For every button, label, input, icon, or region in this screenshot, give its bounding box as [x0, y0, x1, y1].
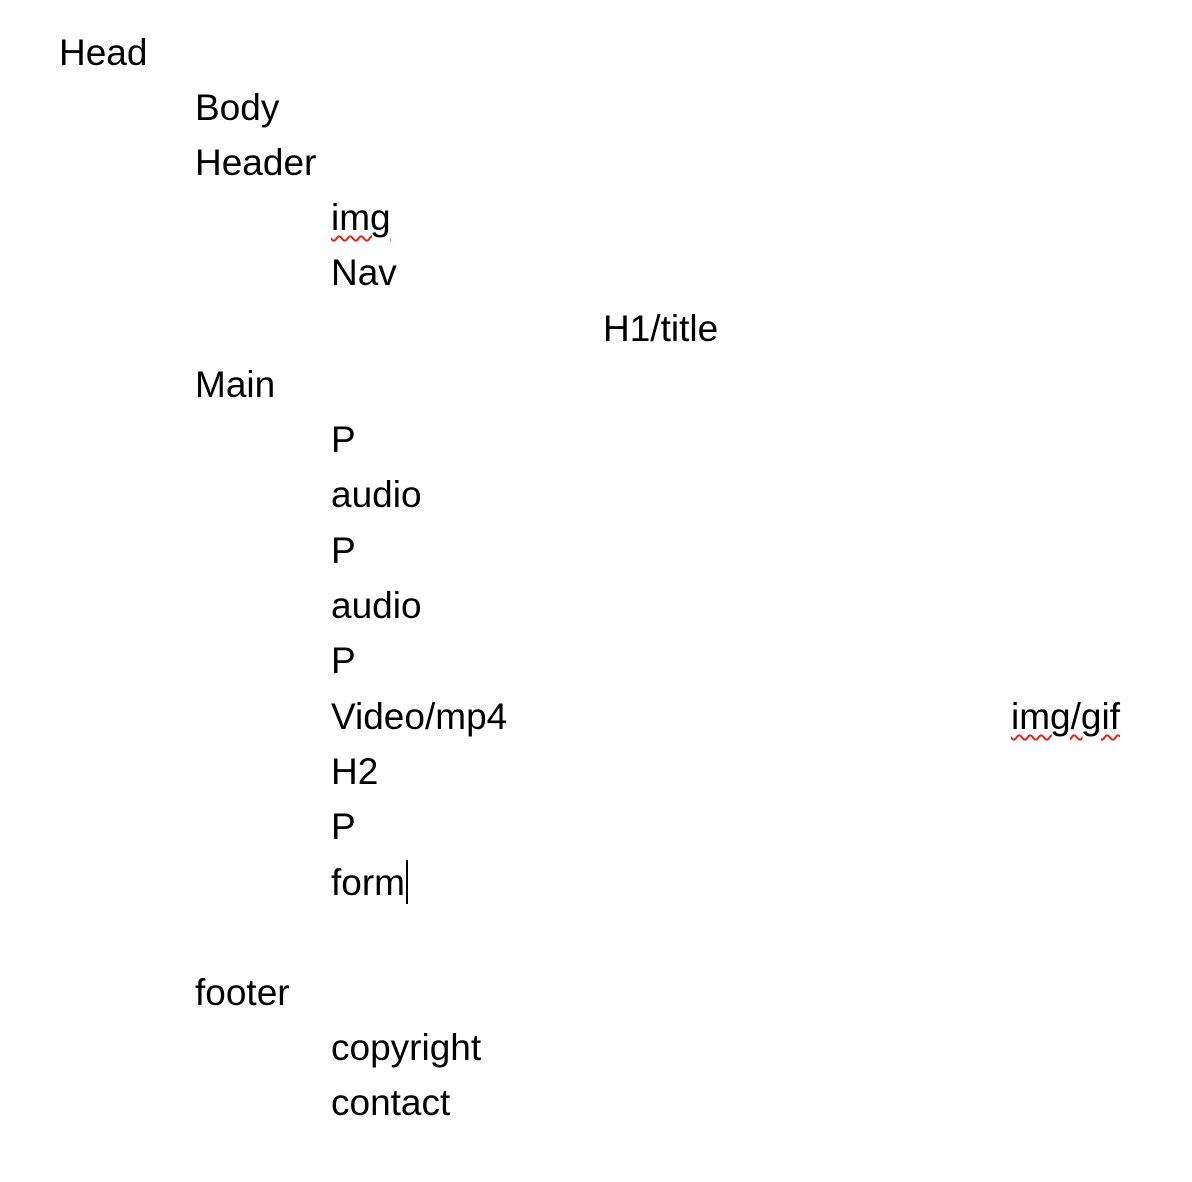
outline-header-img: img — [331, 197, 391, 238]
outline-body: Body — [195, 87, 280, 128]
outline-header-nav: Nav — [331, 252, 397, 293]
outline-main-audio1: audio — [331, 474, 422, 515]
text-cursor — [406, 860, 408, 904]
outline-header: Header — [195, 142, 317, 183]
outline-main-p3: P — [331, 640, 356, 681]
outline-footer: footer — [195, 972, 290, 1013]
outline-main-p1: P — [331, 419, 356, 460]
outline-main-form: form — [331, 862, 405, 903]
outline-footer-contact: contact — [331, 1082, 451, 1123]
outline-footer-copyright: copyright — [331, 1027, 482, 1068]
document-page[interactable]: Head Body Header img Nav H1/title Main P… — [0, 0, 1192, 1182]
outline-head: Head — [59, 32, 148, 73]
outline-main-p4: P — [331, 806, 356, 847]
outline-main-h2: H2 — [331, 751, 379, 792]
outline-main-video: Video/mp4 — [331, 696, 508, 737]
outline-main-form-line[interactable]: form — [331, 860, 408, 905]
outline-header-title: H1/title — [603, 308, 719, 349]
outline-main: Main — [195, 364, 276, 405]
outline-main-p2: P — [331, 530, 356, 571]
outline-main-gif: img/gif — [1011, 696, 1120, 737]
outline-main-audio2: audio — [331, 585, 422, 626]
